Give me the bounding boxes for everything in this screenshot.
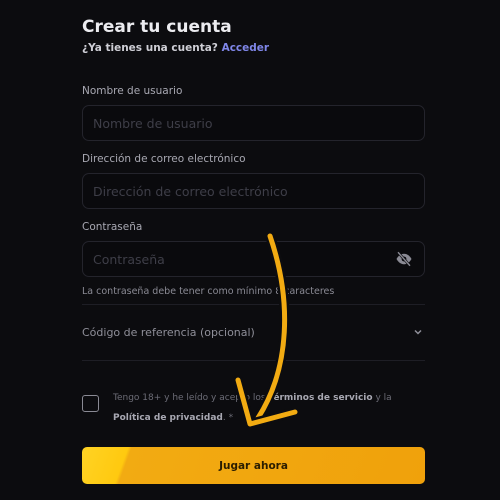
- have-account-text: ¿Ya tienes una cuenta?: [82, 42, 218, 54]
- play-now-button[interactable]: Jugar ahora: [82, 447, 425, 484]
- password-hint: La contraseña debe tener como mínimo 8 c…: [82, 286, 335, 297]
- email-label: Dirección de correo electrónico: [82, 153, 246, 165]
- email-input[interactable]: [93, 183, 414, 199]
- referral-label: Código de referencia (opcional): [82, 325, 255, 339]
- eye-slash-icon[interactable]: [394, 249, 414, 269]
- username-label: Nombre de usuario: [82, 85, 183, 97]
- terms-text: Tengo 18+ y he leído y acepto los Términ…: [113, 388, 413, 428]
- terms-text-after: . *: [222, 413, 234, 423]
- signup-form: Crear tu cuenta ¿Ya tienes una cuenta? A…: [82, 0, 425, 500]
- terms-checkbox[interactable]: [82, 395, 99, 412]
- terms-of-service-link[interactable]: Términos de servicio: [268, 393, 372, 403]
- divider: [82, 360, 425, 361]
- username-input[interactable]: [93, 115, 414, 131]
- privacy-policy-link[interactable]: Política de privacidad: [113, 413, 223, 423]
- password-input[interactable]: [93, 251, 394, 267]
- chevron-down-icon: [411, 325, 425, 339]
- password-label: Contraseña: [82, 221, 143, 233]
- password-field-box: [82, 241, 425, 277]
- email-field-box: [82, 173, 425, 209]
- terms-text-before: Tengo 18+ y he leído y acepto los: [113, 393, 269, 403]
- divider: [82, 304, 425, 305]
- login-prompt: ¿Ya tienes una cuenta? Acceder: [82, 42, 269, 54]
- referral-toggle[interactable]: Código de referencia (opcional): [82, 318, 425, 346]
- username-field-box: [82, 105, 425, 141]
- terms-text-mid: y la: [372, 393, 392, 403]
- page-title: Crear tu cuenta: [82, 17, 232, 37]
- login-link[interactable]: Acceder: [222, 42, 270, 54]
